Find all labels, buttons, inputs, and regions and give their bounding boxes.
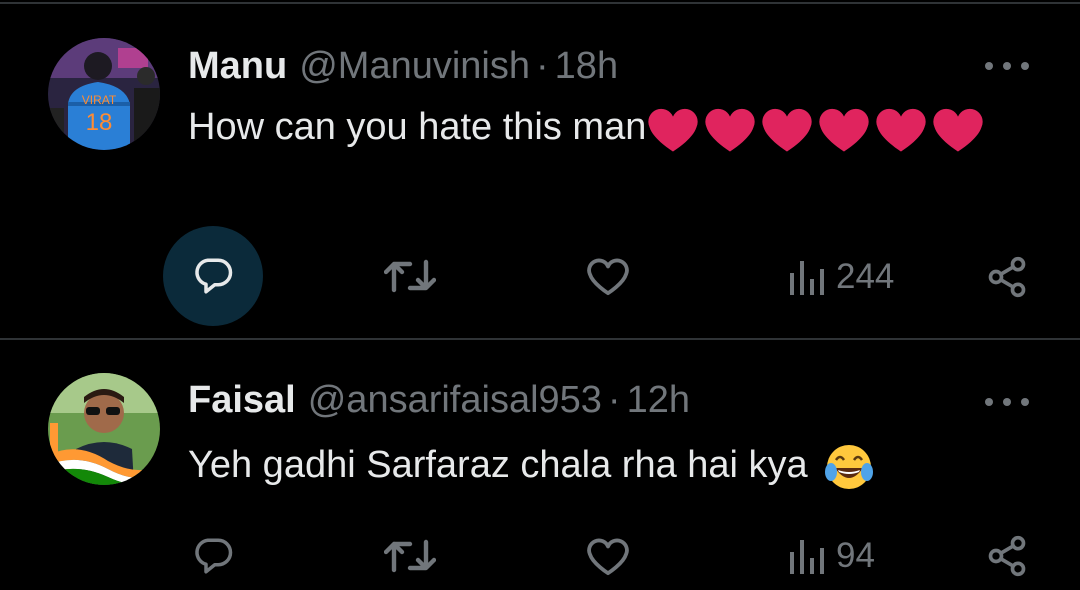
tweet-text: Yeh gadhi Sarfaraz chala rha hai kya	[188, 438, 1048, 492]
display-name[interactable]: Manu	[188, 45, 287, 87]
share-icon	[988, 535, 1026, 577]
tweet-text: How can you hate this man	[188, 100, 1008, 154]
reply-icon	[195, 258, 233, 294]
views-button[interactable]: 94	[786, 531, 875, 581]
tweet-body: How can you hate this man	[188, 106, 647, 148]
tears-of-joy-emoji	[825, 444, 874, 489]
like-icon	[587, 538, 629, 576]
views-count: 244	[836, 257, 895, 296]
separator: ·	[536, 45, 549, 87]
tweet-header: Manu @Manuvinish · 18h	[188, 44, 618, 88]
heart-emojis	[646, 106, 988, 152]
timestamp[interactable]: 12h	[627, 379, 690, 421]
user-handle[interactable]: @Manuvinish	[299, 45, 530, 87]
heart-emoji	[876, 108, 927, 152]
tweet-body: Yeh gadhi Sarfaraz chala rha hai kya	[188, 444, 808, 486]
avatar-image	[48, 373, 160, 485]
retweet-button[interactable]	[378, 526, 442, 586]
reply-button[interactable]	[183, 526, 243, 586]
share-button[interactable]	[982, 531, 1032, 581]
avatar-image: VIRAT 18	[48, 38, 160, 150]
reply-button[interactable]	[183, 246, 243, 306]
share-icon	[988, 256, 1026, 298]
heart-emoji	[933, 108, 984, 152]
views-icon	[790, 261, 824, 295]
retweet-icon	[384, 259, 436, 293]
views-button[interactable]: 244	[786, 252, 894, 302]
tweet-faisal[interactable]: Faisal @ansarifaisal953 · 12h Yeh gadhi Sar…	[0, 340, 1080, 590]
retweet-icon	[384, 539, 436, 573]
display-name[interactable]: Faisal	[188, 379, 296, 421]
more-icon[interactable]	[985, 392, 1029, 412]
heart-emoji	[819, 108, 870, 152]
reply-icon	[195, 538, 233, 574]
more-icon[interactable]	[985, 56, 1029, 76]
heart-emoji	[705, 108, 756, 152]
avatar[interactable]: VIRAT 18	[48, 38, 160, 150]
avatar[interactable]	[48, 373, 160, 485]
views-icon	[790, 540, 824, 574]
share-button[interactable]	[982, 252, 1032, 302]
svg-text:VIRAT: VIRAT	[82, 93, 117, 107]
tweet-header: Faisal @ansarifaisal953 · 12h	[188, 378, 690, 422]
like-icon	[587, 258, 629, 296]
like-button[interactable]	[578, 526, 638, 586]
views-count: 94	[836, 536, 875, 575]
timestamp[interactable]: 18h	[555, 45, 618, 87]
retweet-button[interactable]	[378, 246, 442, 306]
user-handle[interactable]: @ansarifaisal953	[308, 379, 602, 421]
svg-text:18: 18	[86, 109, 113, 136]
tweet-manu[interactable]: VIRAT 18 Manu @Manuvinish · 18h How can you…	[0, 0, 1080, 338]
like-button[interactable]	[578, 246, 638, 306]
heart-emoji	[648, 108, 699, 152]
heart-emoji	[762, 108, 813, 152]
separator: ·	[607, 379, 621, 421]
